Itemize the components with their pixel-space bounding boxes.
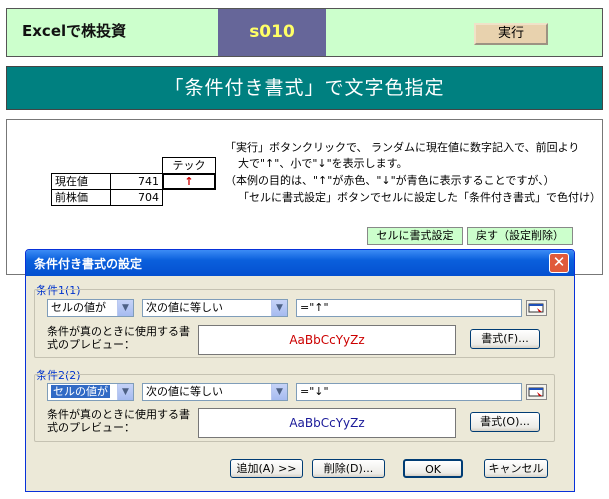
- dialog-titlebar[interactable]: 条件付き書式の設定 ✕: [26, 250, 574, 276]
- current-value-cell[interactable]: 741: [110, 173, 163, 190]
- range-select-icon[interactable]: [526, 300, 547, 316]
- app-title: Excelで株投資: [22, 22, 127, 40]
- page-heading: 「条件付き書式」で文字色指定: [6, 66, 603, 110]
- chevron-down-icon: ▼: [117, 300, 133, 316]
- condition-2-type-value: セルの値が: [51, 385, 110, 398]
- condition-1-preview: AaBbCcYyZz: [198, 325, 456, 355]
- condition-1-format-button[interactable]: 書式(F)...: [470, 329, 540, 349]
- condition-1-type-value: セルの値が: [51, 301, 106, 314]
- condition-1-operator-value: 次の値に等しい: [146, 301, 223, 314]
- range-select-icon[interactable]: [526, 384, 547, 400]
- chevron-down-icon: ▼: [271, 300, 287, 316]
- condition-2-type-select[interactable]: セルの値が ▼: [47, 383, 134, 401]
- previous-price-cell[interactable]: 704: [110, 189, 163, 206]
- sheet-id-label: s010: [218, 9, 326, 56]
- conditional-format-dialog: 条件付き書式の設定 ✕ 条件1(1) セルの値が ▼ 次の値に等しい ▼ ="↑…: [25, 249, 575, 492]
- run-button[interactable]: 実行: [474, 23, 548, 45]
- delete-condition-button[interactable]: 削除(D)...: [312, 459, 385, 478]
- description-line-2: 大で"↑"、小で"↓"を表示します。: [238, 157, 408, 170]
- description-line-4: 「セルに書式設定」ボタンでセルに設定した「条件付き書式」で色付け）: [238, 191, 601, 204]
- description-line-1: 「実行」ボタンクリックで、 ランダムに現在値に数字記入で、前回より: [225, 141, 580, 154]
- tech-header-cell[interactable]: テック: [162, 157, 216, 174]
- condition-1-formula-input[interactable]: ="↑": [296, 299, 522, 317]
- description-line-3: （本例の目的は、"↑"が赤色、"↓"が青色に表示することですが、）: [225, 174, 555, 187]
- previous-price-label-cell[interactable]: 前株価: [51, 189, 111, 206]
- condition-2-preview-label: 条件が真のときに使用する書式のプレビュー：: [47, 408, 190, 434]
- tech-mark-cell[interactable]: ↑: [162, 173, 216, 190]
- cancel-button[interactable]: キャンセル: [484, 459, 548, 478]
- condition-2-operator-value: 次の値に等しい: [146, 385, 223, 398]
- close-button[interactable]: ✕: [549, 253, 569, 273]
- condition-2-operator-select[interactable]: 次の値に等しい ▼: [142, 383, 288, 401]
- add-condition-button[interactable]: 追加(A) >>: [230, 459, 303, 478]
- condition-1-preview-label: 条件が真のときに使用する書式のプレビュー：: [47, 325, 190, 351]
- condition-2-format-button[interactable]: 書式(O)...: [470, 412, 540, 432]
- ok-button[interactable]: OK: [403, 459, 463, 478]
- condition-2-formula-input[interactable]: ="↓": [296, 383, 522, 401]
- dialog-title: 条件付き書式の設定: [34, 257, 143, 271]
- undo-format-button[interactable]: 戻す（設定削除）: [467, 227, 573, 245]
- chevron-down-icon: ▼: [271, 384, 287, 400]
- condition-1-type-select[interactable]: セルの値が ▼: [47, 299, 134, 317]
- current-value-label-cell[interactable]: 現在値: [51, 173, 111, 190]
- condition-2-preview: AaBbCcYyZz: [198, 408, 456, 438]
- apply-format-button[interactable]: セルに書式設定: [367, 227, 463, 245]
- condition-1-operator-select[interactable]: 次の値に等しい ▼: [142, 299, 288, 317]
- chevron-down-icon: ▼: [117, 384, 133, 400]
